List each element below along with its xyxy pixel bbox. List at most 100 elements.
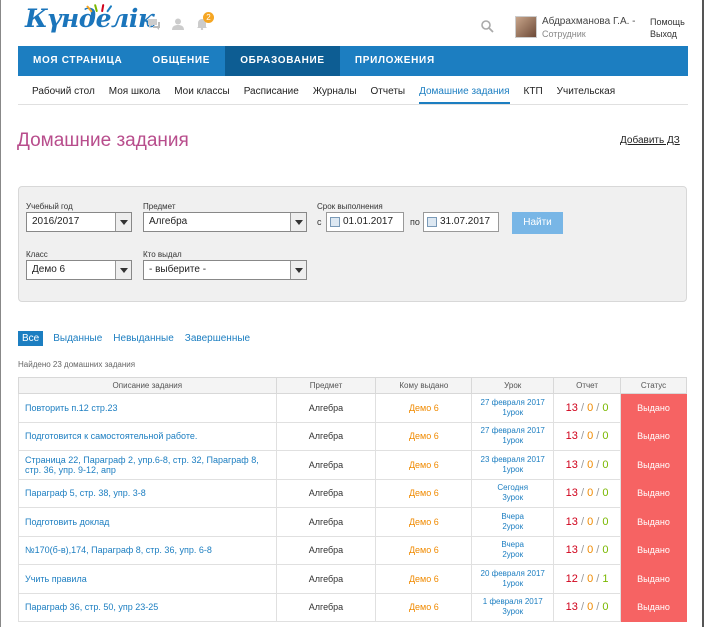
subject-select[interactable]: Алгебра bbox=[143, 212, 307, 232]
report-count-green: 0 bbox=[602, 430, 609, 443]
row-issued-to[interactable]: Демо 6 bbox=[375, 421, 473, 451]
row-issued-to[interactable]: Демо 6 bbox=[375, 507, 473, 537]
class-select[interactable]: Демо 6 bbox=[26, 260, 132, 280]
status-badge[interactable]: Выдано bbox=[620, 450, 687, 480]
subnav-desktop[interactable]: Рабочий стол bbox=[32, 78, 95, 104]
row-report[interactable]: 13 / 0 / 0 bbox=[553, 507, 622, 537]
status-badge[interactable]: Выдано bbox=[620, 507, 687, 537]
row-description-link[interactable]: Страница 22, Параграф 2, упр.6-8, стр. 3… bbox=[18, 450, 277, 480]
table-row[interactable]: Страница 22, Параграф 2, упр.6-8, стр. 3… bbox=[18, 450, 687, 480]
row-lesson[interactable]: Вчера 2урок bbox=[471, 535, 555, 565]
chat-icon[interactable] bbox=[147, 18, 161, 30]
row-report[interactable]: 13 / 0 / 0 bbox=[553, 535, 622, 565]
tab-all[interactable]: Все bbox=[18, 331, 44, 346]
row-report[interactable]: 13 / 0 / 0 bbox=[553, 393, 622, 423]
row-lesson[interactable]: 27 февраля 2017 1урок bbox=[471, 393, 555, 423]
date-from-value: 01.01.2017 bbox=[343, 216, 394, 227]
issuer-label: Кто выдал bbox=[143, 250, 182, 259]
chevron-down-icon bbox=[290, 213, 306, 231]
row-issued-to[interactable]: Демо 6 bbox=[375, 592, 473, 622]
subnav-my-classes[interactable]: Мои классы bbox=[174, 78, 229, 104]
row-description-link[interactable]: Параграф 5, стр. 38, упр. 3-8 bbox=[18, 478, 277, 508]
year-select[interactable]: 2016/2017 bbox=[26, 212, 132, 232]
issuer-select[interactable]: - выберите - bbox=[143, 260, 307, 280]
row-issued-to[interactable]: Демо 6 bbox=[375, 478, 473, 508]
row-issued-to[interactable]: Демо 6 bbox=[375, 564, 473, 594]
notification-badge: 2 bbox=[203, 12, 214, 23]
status-badge[interactable]: Выдано bbox=[620, 478, 687, 508]
row-lesson-number: 1урок bbox=[502, 464, 524, 474]
find-button[interactable]: Найти bbox=[512, 212, 563, 234]
subnav-journals[interactable]: Журналы bbox=[313, 78, 357, 104]
subnav-homework[interactable]: Домашние задания bbox=[419, 78, 510, 104]
table-row[interactable]: Повторить п.12 стр.23 Алгебра Демо 6 27 фев… bbox=[18, 393, 687, 423]
tab-apps[interactable]: ПРИЛОЖЕНИЯ bbox=[340, 46, 450, 76]
row-report[interactable]: 12 / 0 / 1 bbox=[553, 564, 622, 594]
avatar[interactable] bbox=[515, 16, 537, 38]
status-badge[interactable]: Выдано bbox=[620, 393, 687, 423]
subnav-teachers-room[interactable]: Учительская bbox=[557, 78, 615, 104]
row-report[interactable]: 13 / 0 / 0 bbox=[553, 592, 622, 622]
row-lesson[interactable]: 23 февраля 2017 1урок bbox=[471, 450, 555, 480]
row-issued-to[interactable]: Демо 6 bbox=[375, 393, 473, 423]
row-lesson[interactable]: 27 февраля 2017 1урок bbox=[471, 421, 555, 451]
exit-link[interactable]: Выход bbox=[650, 29, 677, 39]
tab-my-page[interactable]: МОЯ СТРАНИЦА bbox=[18, 46, 137, 76]
subnav-ktp[interactable]: КТП bbox=[524, 78, 543, 104]
table-row[interactable]: Параграф 5, стр. 38, упр. 3-8 Алгебра Демо… bbox=[18, 478, 687, 508]
status-badge[interactable]: Выдано bbox=[620, 421, 687, 451]
table-row[interactable]: Подготовится к самостоятельной работе. Ал… bbox=[18, 421, 687, 451]
table-header-row: Описание задания Предмет Кому выдано Уро… bbox=[18, 377, 687, 394]
date-from-input[interactable]: 01.01.2017 bbox=[326, 212, 404, 232]
col-header-description[interactable]: Описание задания bbox=[18, 377, 277, 394]
user-icon[interactable] bbox=[171, 18, 185, 30]
row-description-link[interactable]: Учить правила bbox=[18, 564, 277, 594]
report-count-red: 13 bbox=[565, 430, 578, 443]
row-issued-to[interactable]: Демо 6 bbox=[375, 450, 473, 480]
col-header-lesson[interactable]: Урок bbox=[471, 377, 555, 394]
row-description-link[interactable]: №170(б-в),174, Параграф 8, стр. 36, упр.… bbox=[18, 535, 277, 565]
row-lesson-date: Сегодня bbox=[497, 483, 529, 493]
col-header-issued-to[interactable]: Кому выдано bbox=[375, 377, 473, 394]
row-report[interactable]: 13 / 0 / 0 bbox=[553, 478, 622, 508]
tab-not-issued[interactable]: Невыданные bbox=[113, 333, 173, 344]
status-badge[interactable]: Выдано bbox=[620, 535, 687, 565]
status-badge[interactable]: Выдано bbox=[620, 592, 687, 622]
status-badge[interactable]: Выдано bbox=[620, 564, 687, 594]
date-to-input[interactable]: 31.07.2017 bbox=[423, 212, 499, 232]
row-description-link[interactable]: Подготовится к самостоятельной работе. bbox=[18, 421, 277, 451]
subnav-reports[interactable]: Отчеты bbox=[371, 78, 406, 104]
col-header-status[interactable]: Статус bbox=[620, 377, 687, 394]
logo[interactable]: Күнделік bbox=[25, 3, 155, 40]
row-lesson[interactable]: 20 февраля 2017 1урок bbox=[471, 564, 555, 594]
col-header-report[interactable]: Отчет bbox=[553, 377, 622, 394]
row-issued-to[interactable]: Демо 6 bbox=[375, 535, 473, 565]
row-lesson[interactable]: 1 февраля 2017 3урок bbox=[471, 592, 555, 622]
col-header-subject[interactable]: Предмет bbox=[275, 377, 377, 394]
row-report[interactable]: 13 / 0 / 0 bbox=[553, 450, 622, 480]
search-icon[interactable] bbox=[481, 20, 494, 36]
subnav-schedule[interactable]: Расписание bbox=[244, 78, 299, 104]
table-row[interactable]: Параграф 36, стр. 50, упр 23-25 Алгебра Де… bbox=[18, 592, 687, 622]
table-row[interactable]: Учить правила Алгебра Демо 6 20 февраля 201… bbox=[18, 564, 687, 594]
row-report[interactable]: 13 / 0 / 0 bbox=[553, 421, 622, 451]
user-name[interactable]: Абдрахманова Г.А. - bbox=[542, 16, 636, 27]
row-description-link[interactable]: Подготовить доклад bbox=[18, 507, 277, 537]
tab-issued[interactable]: Выданные bbox=[53, 333, 102, 344]
row-lesson[interactable]: Сегодня 3урок bbox=[471, 478, 555, 508]
row-description-link[interactable]: Параграф 36, стр. 50, упр 23-25 bbox=[18, 592, 277, 622]
row-description-link[interactable]: Повторить п.12 стр.23 bbox=[18, 393, 277, 423]
add-homework-link[interactable]: Добавить ДЗ bbox=[620, 135, 680, 146]
tab-education[interactable]: ОБРАЗОВАНИЕ bbox=[225, 46, 340, 76]
tab-communication[interactable]: ОБЩЕНИЕ bbox=[137, 46, 225, 76]
table-row[interactable]: №170(б-в),174, Параграф 8, стр. 36, упр.… bbox=[18, 535, 687, 565]
report-count-red: 13 bbox=[565, 401, 578, 414]
help-link[interactable]: Помощь bbox=[650, 17, 685, 27]
row-lesson-date: 23 февраля 2017 bbox=[480, 454, 545, 464]
tab-completed[interactable]: Завершенные bbox=[185, 333, 250, 344]
bell-icon[interactable]: 2 bbox=[195, 12, 214, 31]
table-row[interactable]: Подготовить доклад Алгебра Демо 6 Вчера 2уро… bbox=[18, 507, 687, 537]
row-subject: Алгебра bbox=[275, 393, 377, 423]
row-lesson[interactable]: Вчера 2урок bbox=[471, 507, 555, 537]
subnav-my-school[interactable]: Моя школа bbox=[109, 78, 160, 104]
